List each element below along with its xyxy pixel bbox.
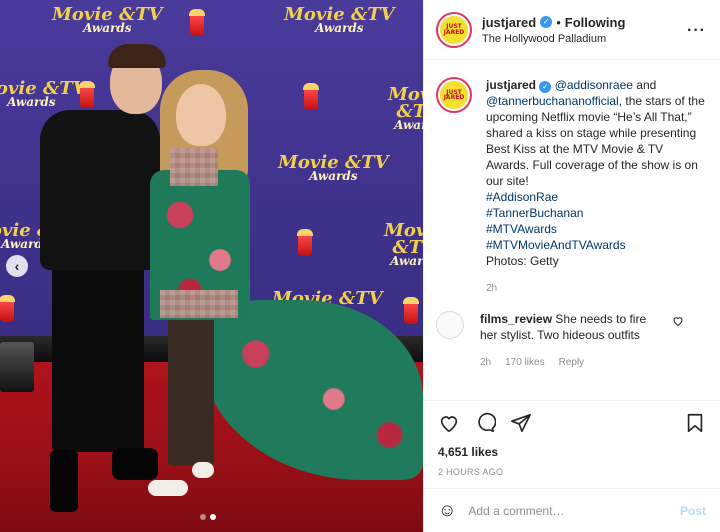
man-shoe bbox=[112, 448, 158, 480]
hashtag-link[interactable]: #TannerBuchanan bbox=[486, 205, 708, 221]
caption-username[interactable]: justjared bbox=[486, 78, 536, 92]
comments-area[interactable]: JUST JARED justjared ✓ @addisonraee and … bbox=[424, 61, 720, 401]
woman-face bbox=[176, 84, 226, 146]
popcorn-icon bbox=[0, 295, 15, 322]
emoji-icon[interactable]: ☺ bbox=[438, 500, 456, 521]
verified-badge-icon: ✓ bbox=[540, 16, 553, 28]
carousel-prev-button[interactable]: ‹ bbox=[6, 255, 28, 277]
backdrop-logo: Movie &TVAwards bbox=[388, 84, 423, 133]
caption-age: 2h bbox=[486, 283, 498, 294]
hashtag-link[interactable]: #AddisonRae bbox=[486, 189, 708, 205]
verified-badge-icon: ✓ bbox=[539, 81, 552, 93]
photo-credit: Photos: Getty bbox=[486, 254, 559, 268]
pixelated-censor bbox=[160, 290, 238, 318]
carousel-dot bbox=[200, 514, 206, 520]
likes-count[interactable]: 4,651 likes bbox=[438, 445, 706, 459]
man-hair bbox=[108, 44, 166, 68]
add-comment-bar: ☺ Post bbox=[424, 488, 720, 532]
location-link[interactable]: The Hollywood Palladium bbox=[482, 33, 625, 45]
post-header: JUST JARED justjared ✓ • Following The H… bbox=[424, 0, 720, 60]
like-heart-icon[interactable] bbox=[438, 412, 460, 434]
comment-likes[interactable]: 170 likes bbox=[505, 355, 544, 371]
post-photo[interactable]: Movie &TV Awards Movie &TV Awards Movie &T… bbox=[0, 0, 423, 532]
caption-body: , the stars of the upcoming Netflix movi… bbox=[486, 94, 705, 188]
man-legs bbox=[52, 262, 144, 452]
woman-shoe bbox=[148, 480, 188, 496]
caption: JUST JARED justjared ✓ @addisonraee and … bbox=[436, 77, 708, 297]
mention-link[interactable]: @tannerbuchananofficial bbox=[486, 94, 619, 108]
caption-and: and bbox=[632, 78, 657, 92]
comment-icon[interactable] bbox=[474, 412, 496, 434]
comment-item: films_review She needs to fire her styli… bbox=[436, 311, 708, 371]
header-username[interactable]: justjared bbox=[482, 15, 536, 30]
commenter-avatar[interactable] bbox=[436, 311, 464, 339]
avatar[interactable]: JUST JARED bbox=[436, 11, 472, 48]
share-icon[interactable] bbox=[510, 412, 532, 434]
woman-shoe bbox=[192, 462, 214, 478]
comment-input[interactable] bbox=[468, 503, 680, 518]
backdrop-logo: Movie &TVAwards bbox=[278, 152, 389, 184]
man-shoe bbox=[50, 450, 78, 512]
popcorn-icon bbox=[297, 229, 313, 256]
carousel-dots bbox=[200, 514, 216, 520]
avatar[interactable]: JUST JARED bbox=[436, 77, 472, 113]
comment-like-heart-icon[interactable] bbox=[672, 315, 684, 371]
mention-link[interactable]: @addisonraee bbox=[555, 78, 633, 92]
commenter-username[interactable]: films_review bbox=[480, 312, 552, 326]
post-timestamp[interactable]: 2 HOURS AGO bbox=[438, 467, 706, 477]
backdrop-logo: Movie &TVAwards bbox=[0, 78, 87, 110]
reply-button[interactable]: Reply bbox=[559, 355, 585, 371]
hashtag-link[interactable]: #MTVAwards bbox=[486, 221, 708, 237]
bookmark-icon[interactable] bbox=[684, 412, 706, 434]
pixelated-censor bbox=[170, 148, 218, 186]
separator-dot: • bbox=[556, 14, 561, 30]
woman-legs bbox=[168, 316, 214, 466]
hashtag-link[interactable]: #MTVMovieAndTVAwards bbox=[486, 237, 708, 253]
man-shirt bbox=[40, 110, 160, 270]
more-options-icon[interactable]: ··· bbox=[687, 22, 706, 40]
post-button[interactable]: Post bbox=[680, 504, 706, 518]
following-button[interactable]: Following bbox=[565, 15, 626, 30]
post-actions: 4,651 likes 2 HOURS AGO bbox=[424, 400, 720, 490]
comment-age: 2h bbox=[480, 357, 492, 368]
popcorn-icon bbox=[189, 9, 205, 36]
carousel-dot-active bbox=[210, 514, 216, 520]
popcorn-icon bbox=[303, 83, 319, 110]
backdrop-logo: Movie &TVAwards bbox=[384, 220, 423, 269]
popcorn-icon bbox=[79, 81, 95, 108]
popcorn-icon bbox=[403, 297, 419, 324]
post-side-panel: JUST JARED justjared ✓ • Following The H… bbox=[423, 0, 720, 532]
backdrop-logo: Movie &TVAwards bbox=[284, 4, 395, 36]
backdrop-logo: Movie &TVAwards bbox=[52, 4, 163, 36]
stage-light bbox=[0, 342, 34, 392]
